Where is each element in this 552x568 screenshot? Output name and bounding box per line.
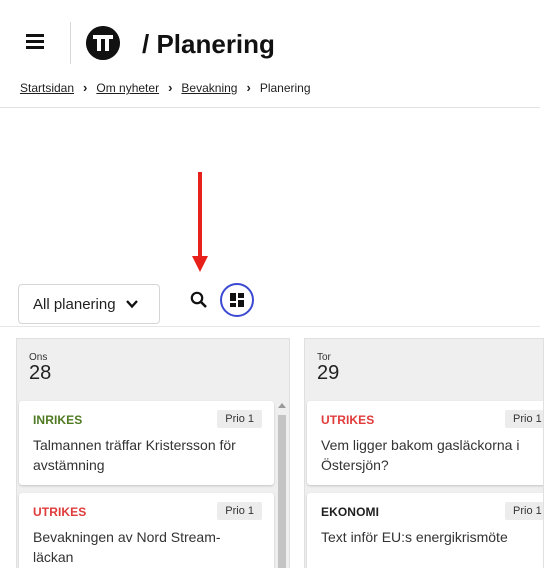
- header-rule: [0, 107, 540, 108]
- toolbar-divider: [0, 326, 540, 327]
- scroll-up-arrow-icon[interactable]: [278, 403, 286, 408]
- planning-card[interactable]: UTRIKES Prio 1 Bevakningen av Nord Strea…: [19, 493, 274, 568]
- card-category: UTRIKES: [321, 413, 375, 427]
- tt-logo-icon: [86, 26, 120, 60]
- planning-card[interactable]: INRIKES Prio 1 Talmannen träffar Krister…: [19, 401, 274, 485]
- planning-card[interactable]: EKONOMI Prio 1 Text inför EU:s energikri…: [307, 493, 543, 568]
- card-category: INRIKES: [33, 413, 83, 427]
- column-date: 29: [317, 362, 340, 384]
- breadcrumb: Startsidan › Om nyheter › Bevakning › Pl…: [20, 80, 311, 96]
- header-divider: [70, 22, 71, 64]
- breadcrumb-separator: ›: [168, 80, 173, 95]
- priority-badge: Prio 1: [505, 502, 543, 520]
- day-column-thursday: Tor 29 UTRIKES Prio 1 Vem ligger bakom g…: [304, 338, 544, 568]
- card-headline: Bevakningen av Nord Stream-läckan: [33, 529, 221, 565]
- planning-card[interactable]: UTRIKES Prio 1 Vem ligger bakom gasläcko…: [307, 401, 543, 485]
- planning-filter-value: All planering: [33, 295, 116, 313]
- day-column-wednesday: Ons 28 INRIKES Prio 1 Talmannen träffar …: [16, 338, 290, 568]
- card-headline: Text inför EU:s energikrismöte: [321, 529, 508, 545]
- card-category: UTRIKES: [33, 505, 87, 519]
- planning-filter-select[interactable]: All planering: [18, 284, 160, 324]
- hamburger-menu-icon[interactable]: [26, 34, 46, 50]
- card-category: EKONOMI: [321, 505, 380, 519]
- annotation-arrow-icon: [192, 172, 208, 274]
- card-headline: Talmannen träffar Kristersson för avstäm…: [33, 437, 236, 473]
- column-scrollbar[interactable]: [276, 401, 287, 568]
- dashboard-grid-icon: [230, 293, 244, 307]
- breadcrumb-link-startsidan[interactable]: Startsidan: [20, 80, 74, 96]
- search-icon[interactable]: [189, 290, 209, 310]
- breadcrumb-link-om-nyheter[interactable]: Om nyheter: [96, 80, 159, 96]
- column-date: 28: [29, 362, 52, 384]
- scrollbar-thumb[interactable]: [278, 415, 286, 568]
- breadcrumb-separator: ›: [83, 80, 88, 95]
- card-headline: Vem ligger bakom gasläckorna i Östersjön…: [321, 437, 520, 473]
- breadcrumb-current: Planering: [259, 81, 311, 95]
- board-view-button[interactable]: [220, 283, 254, 317]
- breadcrumb-link-bevakning[interactable]: Bevakning: [181, 80, 237, 96]
- priority-badge: Prio 1: [217, 502, 262, 520]
- chevron-down-icon: [126, 300, 138, 309]
- page-title: / Planering: [142, 29, 275, 59]
- header: / Planering: [0, 0, 552, 90]
- priority-badge: Prio 1: [217, 410, 262, 428]
- breadcrumb-separator: ›: [246, 80, 251, 95]
- priority-badge: Prio 1: [505, 410, 543, 428]
